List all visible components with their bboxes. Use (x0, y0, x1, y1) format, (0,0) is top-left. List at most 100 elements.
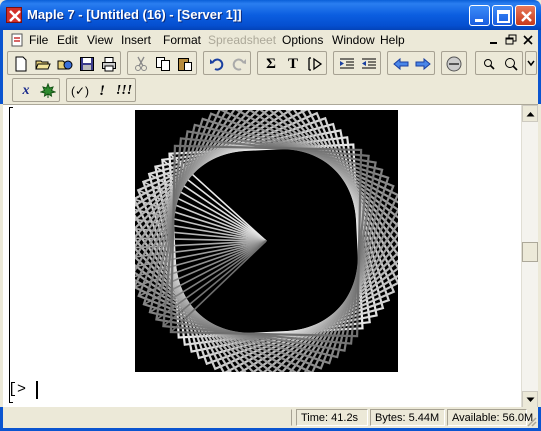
document-icon[interactable] (9, 32, 25, 48)
vertical-scrollbar[interactable] (521, 105, 538, 408)
doc-minimize-icon[interactable] (487, 33, 501, 47)
exclamation-icon: ! (99, 82, 105, 99)
prompt-icon (308, 57, 323, 71)
print-icon (102, 57, 116, 72)
scroll-down-button[interactable] (522, 391, 538, 408)
status-time: Time: 41.2s (296, 409, 368, 426)
maple-app-icon[interactable] (6, 7, 22, 23)
copy-icon (156, 57, 170, 71)
status-bar: Time: 41.2s Bytes: 5.44M Available: 56.0… (0, 407, 541, 431)
zoom-in-icon (484, 59, 495, 70)
file-button-group (7, 51, 121, 75)
context-toolbar: x (✓) ! !!! (0, 77, 541, 104)
math-input-button[interactable]: x (15, 80, 37, 102)
save-button[interactable] (76, 53, 98, 75)
close-button[interactable] (515, 5, 536, 26)
prompt-button[interactable] (304, 53, 326, 75)
sum-button[interactable]: Σ (260, 53, 282, 75)
math-mode-group: x (12, 78, 60, 102)
minimize-icon (475, 19, 483, 22)
clipboard-button-group (127, 51, 197, 75)
menu-bar: File Edit View Insert Format Spreadsheet… (0, 30, 541, 50)
maximize-button[interactable] (492, 5, 513, 26)
scroll-thumb[interactable] (522, 242, 538, 262)
save-icon (80, 57, 94, 71)
resize-grip-icon[interactable] (525, 415, 537, 427)
maple-input-button[interactable] (37, 80, 59, 102)
chevron-down-icon (526, 397, 534, 402)
forward-button[interactable] (412, 53, 434, 75)
print-button[interactable] (98, 53, 120, 75)
paste-button[interactable] (174, 53, 196, 75)
window-title: Maple 7 - [Untitled (16) - [Server 1]] (27, 7, 242, 22)
check-icon: (✓) (70, 84, 90, 98)
maximize-icon (497, 10, 510, 23)
redo-button[interactable] (228, 53, 250, 75)
execute-group: (✓) ! !!! (66, 78, 136, 102)
redo-icon (232, 58, 246, 71)
stop-button-group (441, 51, 467, 75)
open-file-button[interactable] (32, 53, 54, 75)
status-message (2, 409, 292, 426)
menu-format[interactable]: Format (163, 33, 201, 47)
chevron-up-icon (526, 111, 534, 116)
status-available: Available: 56.0M (447, 409, 533, 426)
maple-leaf-icon (40, 83, 56, 98)
zoom-button-group (475, 51, 523, 75)
text-cursor (36, 381, 38, 399)
status-bytes: Bytes: 5.44M (370, 409, 445, 426)
menu-edit[interactable]: Edit (57, 33, 78, 47)
open-url-icon (57, 60, 73, 70)
new-file-icon (15, 56, 27, 72)
doc-close-icon[interactable] (521, 33, 535, 47)
undo-icon (210, 58, 224, 71)
menu-options[interactable]: Options (282, 33, 323, 47)
menu-insert[interactable]: Insert (121, 33, 151, 47)
open-file-icon (35, 60, 51, 70)
menu-spreadsheet[interactable]: Spreadsheet (208, 33, 276, 47)
outdent-button[interactable] (358, 53, 380, 75)
x-icon: x (22, 83, 30, 98)
new-file-button[interactable] (10, 53, 32, 75)
doc-restore-icon[interactable] (504, 33, 518, 47)
execute-button[interactable]: ! (91, 80, 113, 102)
undo-button-group (203, 51, 251, 75)
stop-icon (446, 56, 462, 72)
zoom-out-button[interactable] (500, 53, 522, 75)
zoom-in-button[interactable] (478, 53, 500, 75)
menu-window[interactable]: Window (332, 33, 375, 47)
text-button[interactable]: T (282, 53, 304, 75)
menu-help[interactable]: Help (380, 33, 405, 47)
cut-icon (135, 56, 147, 71)
worksheet[interactable]: [> (3, 98, 538, 408)
indent-icon (340, 58, 354, 69)
navigation-button-group (387, 51, 435, 75)
rotating-squares-plot (123, 98, 409, 384)
menu-file[interactable]: File (29, 33, 48, 47)
close-icon (521, 11, 532, 22)
zoom-out-icon (505, 58, 518, 71)
chevron-down-icon (527, 60, 535, 67)
menu-view[interactable]: View (87, 33, 113, 47)
text-icon: T (287, 55, 298, 72)
main-toolbar: Σ T (0, 50, 541, 77)
paste-icon (178, 58, 192, 71)
copy-button[interactable] (152, 53, 174, 75)
stop-button[interactable] (443, 53, 465, 75)
scroll-up-button[interactable] (522, 105, 538, 122)
outdent-icon (362, 58, 376, 69)
plot-area[interactable] (123, 98, 409, 384)
input-prompt: [> (8, 381, 27, 398)
title-bar[interactable]: Maple 7 - [Untitled (16) - [Server 1]] (0, 0, 541, 30)
indent-button[interactable] (336, 53, 358, 75)
toolbar-overflow[interactable] (525, 51, 537, 75)
cut-button[interactable] (130, 53, 152, 75)
back-button[interactable] (390, 53, 412, 75)
execute-all-button[interactable]: !!! (113, 80, 135, 102)
open-url-button[interactable] (54, 53, 76, 75)
section-bracket[interactable] (9, 107, 13, 403)
minimize-button[interactable] (469, 5, 490, 26)
indent-button-group (333, 51, 381, 75)
undo-button[interactable] (206, 53, 228, 75)
check-syntax-button[interactable]: (✓) (69, 80, 91, 102)
